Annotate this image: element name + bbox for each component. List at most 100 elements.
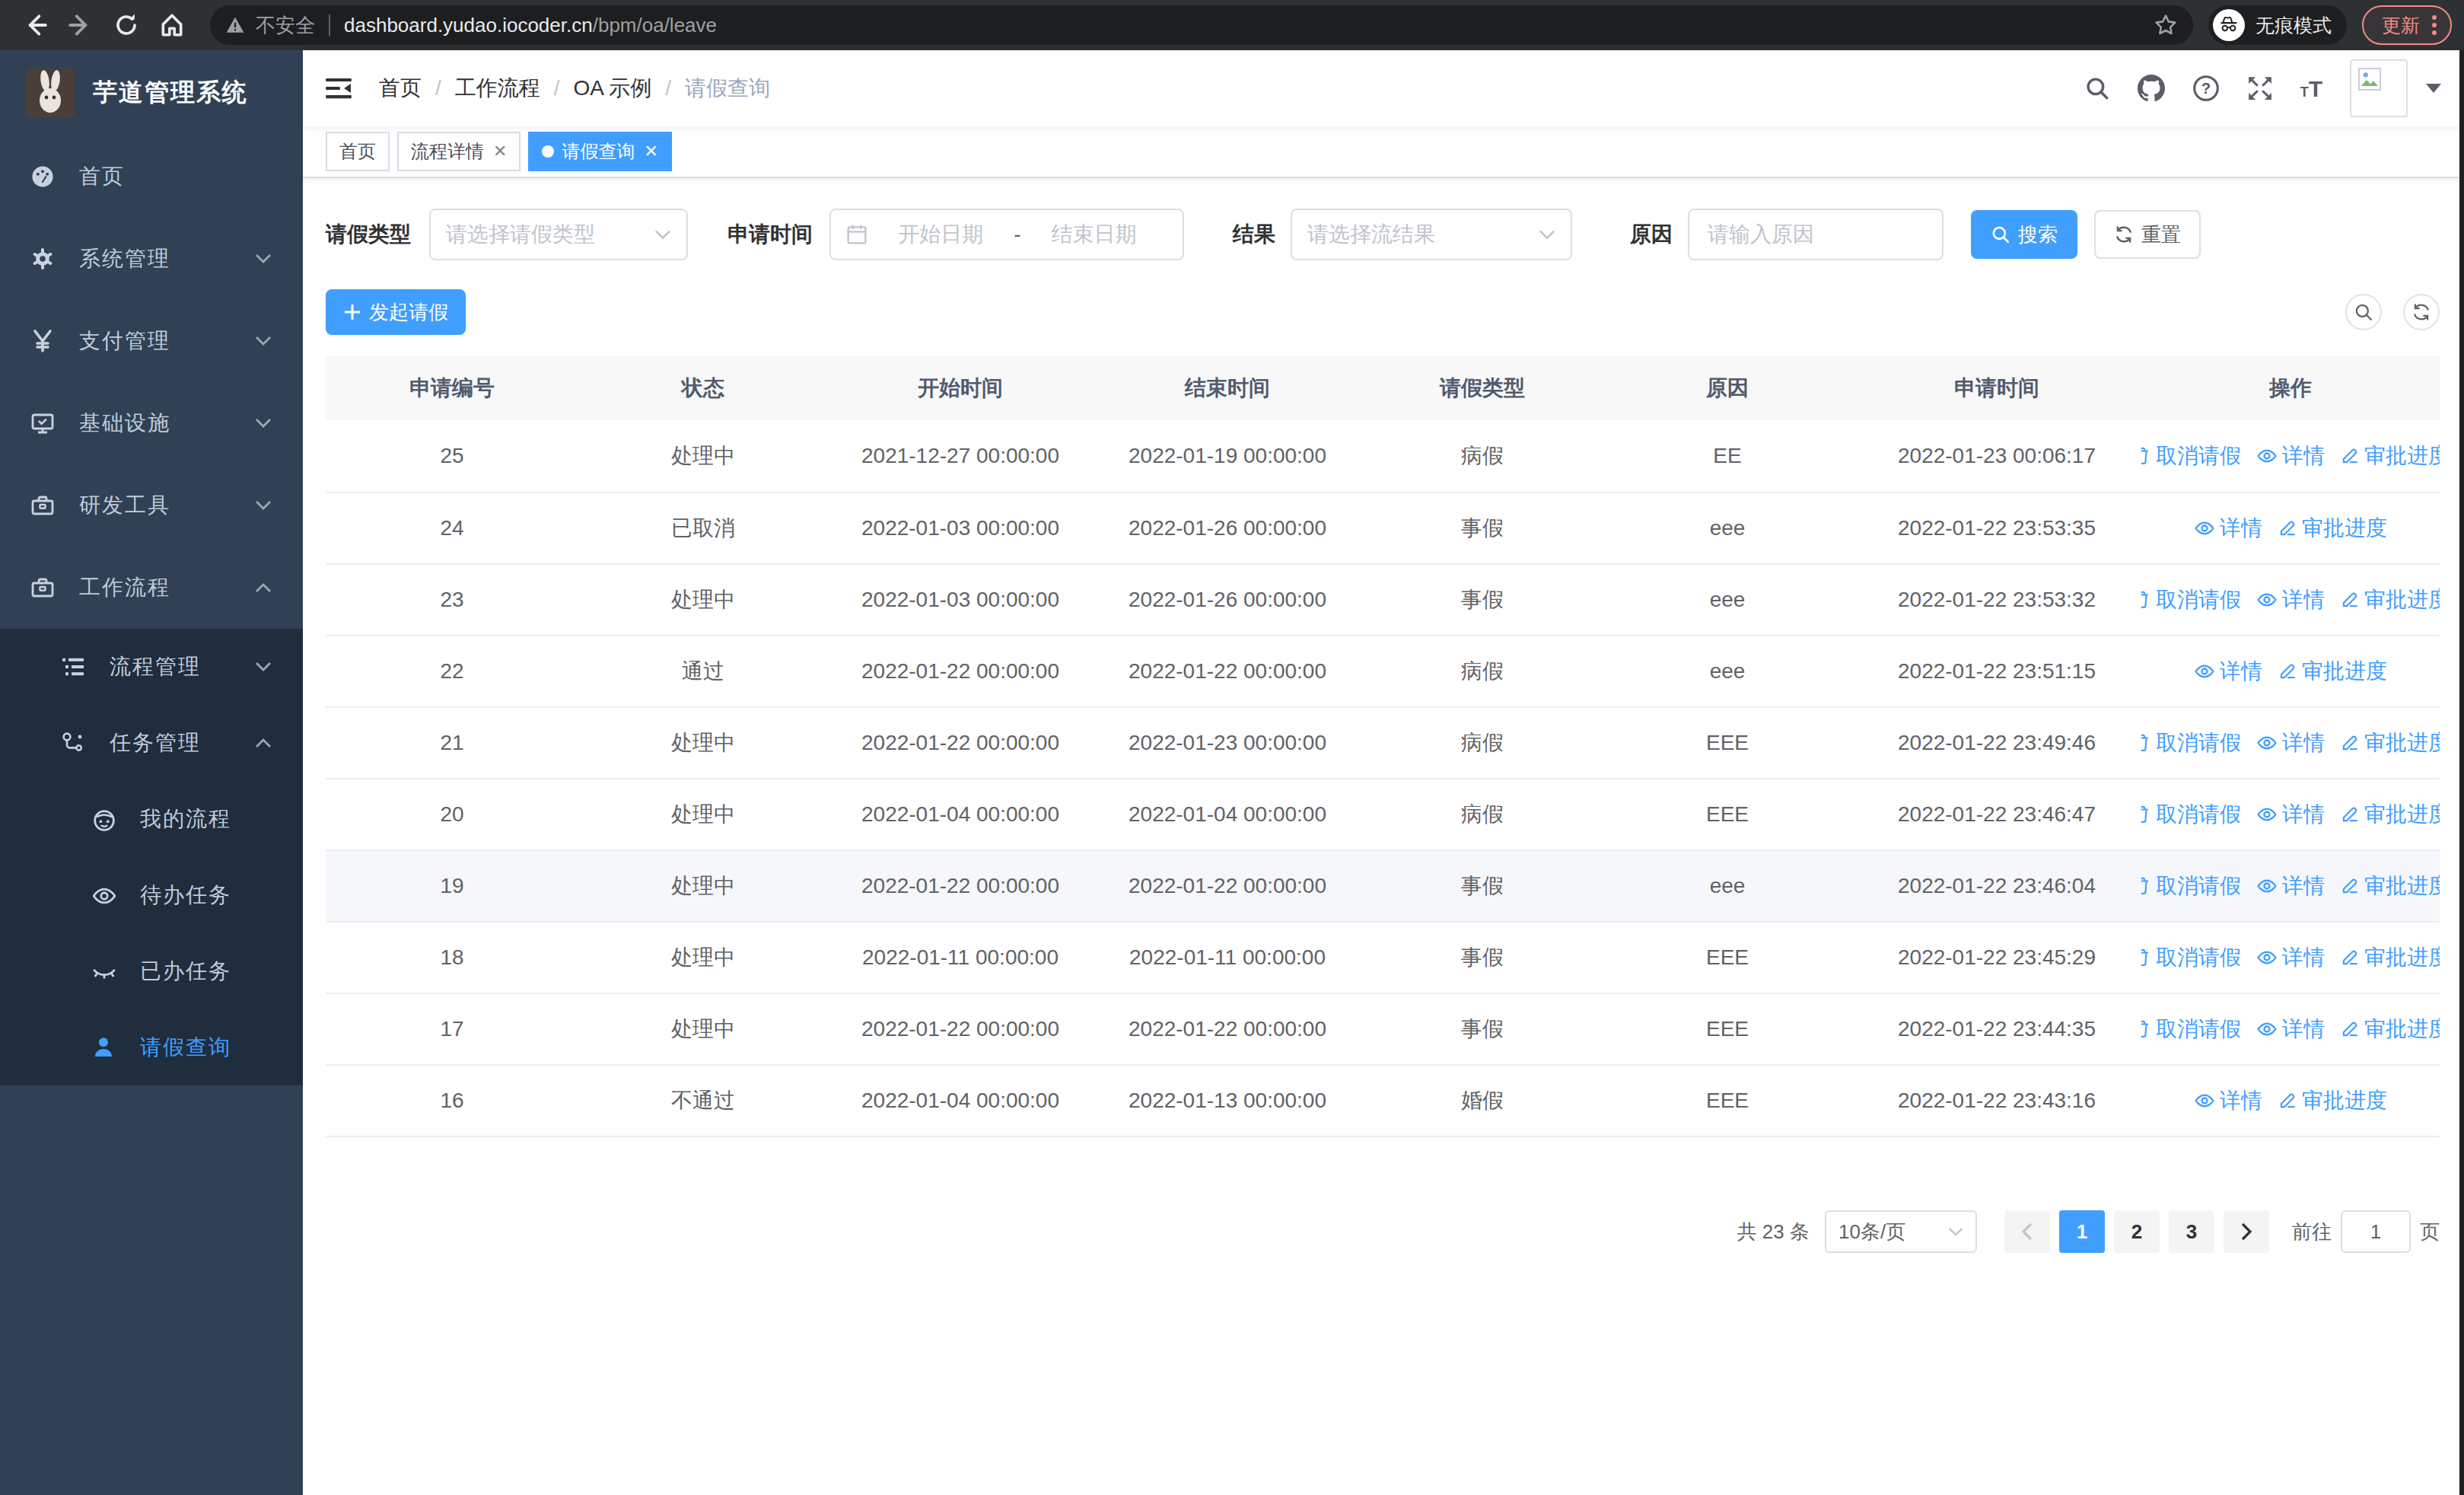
cancel-leave-link[interactable]: 取消请假 (2141, 800, 2241, 829)
detail-link[interactable]: 详情 (2256, 1015, 2325, 1044)
sidebar-item-9[interactable]: 待办任务 (0, 857, 303, 933)
app-root: 不安全 dashboard.yudao.iocoder.cn/bpm/oa/le… (0, 0, 2464, 1495)
cell-status: 通过 (578, 657, 828, 686)
detail-link[interactable]: 详情 (2256, 943, 2325, 972)
tab-2[interactable]: 请假查询✕ (528, 132, 671, 171)
cancel-leave-link[interactable]: 取消请假 (2141, 585, 2241, 614)
detail-link[interactable]: 详情 (2194, 657, 2262, 686)
page-size-value: 10条/页 (1838, 1219, 1905, 1245)
detail-link[interactable]: 详情 (2256, 728, 2325, 757)
approval-progress-link[interactable]: 审批进度 (2340, 441, 2440, 470)
sidebar-item-0[interactable]: 首页 (0, 135, 303, 218)
cancel-leave-link[interactable]: 取消请假 (2141, 1015, 2241, 1044)
sidebar-item-4[interactable]: 研发工具 (0, 464, 303, 547)
sidebar-item-10[interactable]: 已办任务 (0, 933, 303, 1009)
table-row-25: 25处理中2021-12-27 00:00:002022-01-19 00:00… (326, 420, 2440, 492)
result-placeholder: 请选择流结果 (1307, 220, 1435, 249)
detail-link[interactable]: 详情 (2256, 441, 2325, 470)
fullscreen-icon[interactable] (2247, 75, 2273, 101)
detail-link[interactable]: 详情 (2256, 585, 2325, 614)
approval-progress-link[interactable]: 审批进度 (2340, 1015, 2440, 1044)
cancel-leave-link[interactable]: 取消请假 (2141, 728, 2241, 757)
incognito-badge: 无痕模式 (2208, 5, 2347, 45)
cancel-leave-link[interactable]: 取消请假 (2141, 872, 2241, 901)
page-button-1[interactable]: 1 (2059, 1210, 2105, 1253)
next-page-button[interactable] (2224, 1210, 2269, 1253)
detail-link[interactable]: 详情 (2194, 1086, 2262, 1115)
help-icon[interactable]: ? (2192, 75, 2220, 102)
approval-progress-link[interactable]: 审批进度 (2340, 872, 2440, 901)
breadcrumb-item-2[interactable]: OA 示例 (574, 74, 652, 103)
tab-0[interactable]: 首页 (326, 132, 390, 171)
hamburger-icon[interactable] (326, 77, 352, 100)
edit-icon (2278, 1091, 2297, 1111)
sidebar-item-7[interactable]: 任务管理 (0, 705, 303, 781)
approval-progress-link[interactable]: 审批进度 (2278, 657, 2387, 686)
detail-link[interactable]: 详情 (2194, 514, 2262, 543)
github-icon[interactable] (2138, 75, 2165, 102)
approval-progress-link[interactable]: 审批进度 (2340, 585, 2440, 614)
back-icon[interactable] (12, 2, 58, 48)
sidebar-item-6[interactable]: 流程管理 (0, 629, 303, 705)
sidebar-item-8[interactable]: 我的流程 (0, 781, 303, 857)
goto-page-input[interactable]: 1 (2341, 1210, 2411, 1253)
date-end-input[interactable]: 结束日期 (1021, 220, 1167, 249)
apply-time-label: 申请时间 (727, 220, 813, 249)
reload-icon[interactable] (103, 2, 149, 48)
window-scrollbar[interactable] (2459, 50, 2464, 1495)
page-button-3[interactable]: 3 (2169, 1210, 2214, 1253)
cell-type: 病假 (1362, 657, 1603, 686)
approval-progress-link[interactable]: 审批进度 (2340, 800, 2440, 829)
sidebar-item-2[interactable]: 支付管理 (0, 300, 303, 382)
sidebar-item-1[interactable]: 系统管理 (0, 218, 303, 300)
create-leave-button[interactable]: 发起请假 (326, 289, 466, 335)
prev-page-button[interactable] (2004, 1210, 2050, 1253)
font-size-icon[interactable]: TT (2300, 78, 2322, 99)
detail-link[interactable]: 详情 (2256, 872, 2325, 901)
url-bar[interactable]: 不安全 dashboard.yudao.iocoder.cn/bpm/oa/le… (210, 5, 2193, 45)
result-select[interactable]: 请选择流结果 (1291, 209, 1572, 260)
approval-progress-link[interactable]: 审批进度 (2278, 1086, 2387, 1115)
date-start-input[interactable]: 开始日期 (867, 220, 1014, 249)
eye-icon (2194, 661, 2215, 682)
table-search-toggle[interactable] (2345, 294, 2382, 330)
page-size-select[interactable]: 10条/页 (1825, 1210, 1977, 1253)
cancel-leave-link[interactable]: 取消请假 (2141, 441, 2241, 470)
sidebar-item-3[interactable]: 基础设施 (0, 382, 303, 464)
search-button[interactable]: 搜索 (1971, 210, 2077, 259)
cell-end: 2022-01-19 00:00:00 (1093, 444, 1362, 468)
approval-progress-link[interactable]: 审批进度 (2340, 728, 2440, 757)
apply-time-range[interactable]: 开始日期 - 结束日期 (829, 209, 1184, 260)
approval-progress-link[interactable]: 审批进度 (2340, 943, 2440, 972)
breadcrumb-item-1[interactable]: 工作流程 (455, 74, 540, 103)
sidebar-item-11[interactable]: 请假查询 (0, 1009, 303, 1085)
detail-link[interactable]: 详情 (2256, 800, 2325, 829)
reason-input[interactable]: 请输入原因 (1688, 209, 1944, 260)
leave-type-label: 请假类型 (326, 220, 411, 249)
table-row-19: 19处理中2022-01-22 00:00:002022-01-22 00:00… (326, 850, 2440, 921)
sidebar-item-5[interactable]: 工作流程 (0, 547, 303, 629)
table-refresh-button[interactable] (2403, 294, 2440, 330)
bookmark-star-icon[interactable] (2154, 13, 2178, 37)
browser-menu-icon[interactable] (2432, 15, 2437, 35)
close-icon[interactable]: ✕ (644, 142, 657, 161)
leave-type-select[interactable]: 请选择请假类型 (429, 209, 688, 260)
avatar-caret-icon[interactable] (2426, 84, 2441, 93)
cancel-leave-link[interactable]: 取消请假 (2141, 943, 2241, 972)
close-icon[interactable]: ✕ (493, 142, 507, 161)
approval-progress-link[interactable]: 审批进度 (2278, 514, 2387, 543)
home-icon[interactable] (149, 2, 195, 48)
forward-icon[interactable] (58, 2, 103, 48)
breadcrumb-item-0[interactable]: 首页 (379, 74, 422, 103)
reset-button[interactable]: 重置 (2094, 210, 2201, 259)
page-button-2[interactable]: 2 (2114, 1210, 2160, 1253)
app-logo[interactable]: 芋道管理系统 (0, 50, 303, 135)
header-search-icon[interactable] (2084, 75, 2110, 101)
tab-1[interactable]: 流程详情✕ (397, 132, 520, 171)
cell-id: 19 (326, 874, 578, 898)
cell-status: 处理中 (578, 800, 828, 829)
update-button[interactable]: 更新 (2362, 5, 2452, 45)
cell-reason: EEE (1603, 1089, 1852, 1113)
avatar[interactable] (2350, 59, 2408, 117)
calendar-icon (846, 224, 867, 245)
